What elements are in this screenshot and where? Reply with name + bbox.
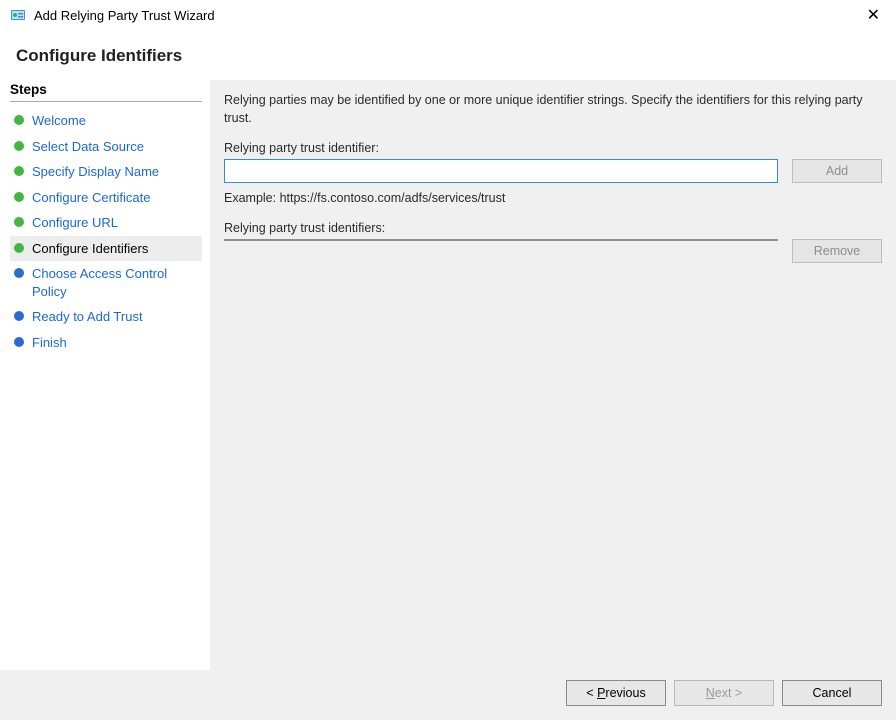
cancel-button[interactable]: Cancel — [782, 680, 882, 706]
content-pane: Relying parties may be identified by one… — [210, 80, 896, 670]
page-heading-area: Configure Identifiers — [0, 30, 896, 80]
step-label: Configure Certificate — [32, 189, 151, 207]
step-item-1[interactable]: Select Data Source — [10, 134, 202, 160]
wizard-footer: < Previous Next > Cancel — [0, 670, 896, 720]
next-button-accel: N — [706, 686, 715, 700]
step-bullet-icon — [14, 115, 24, 125]
step-bullet-icon — [14, 268, 24, 278]
step-bullet-icon — [14, 337, 24, 347]
next-button[interactable]: Next > — [674, 680, 774, 706]
app-icon — [10, 7, 26, 23]
step-label: Choose Access Control Policy — [32, 265, 200, 300]
identifier-input-label: Relying party trust identifier: — [224, 141, 882, 155]
step-bullet-icon — [14, 311, 24, 321]
next-button-rest: ext > — [715, 686, 742, 700]
step-item-5[interactable]: Configure Identifiers — [10, 236, 202, 262]
step-item-4[interactable]: Configure URL — [10, 210, 202, 236]
step-label: Ready to Add Trust — [32, 308, 143, 326]
close-icon[interactable]: ✕ — [861, 5, 886, 25]
identifier-example: Example: https://fs.contoso.com/adfs/ser… — [224, 191, 882, 205]
step-label: Finish — [32, 334, 67, 352]
step-label: Select Data Source — [32, 138, 144, 156]
step-item-6[interactable]: Choose Access Control Policy — [10, 261, 202, 304]
identifier-input[interactable] — [224, 159, 778, 183]
previous-button[interactable]: < Previous — [566, 680, 666, 706]
step-item-8[interactable]: Finish — [10, 330, 202, 356]
add-button[interactable]: Add — [792, 159, 882, 183]
step-bullet-icon — [14, 243, 24, 253]
steps-pane: Steps Welcome Select Data Source Specify D… — [0, 80, 210, 670]
page-heading: Configure Identifiers — [16, 46, 880, 66]
step-label: Specify Display Name — [32, 163, 159, 181]
step-bullet-icon — [14, 192, 24, 202]
step-bullet-icon — [14, 166, 24, 176]
step-item-0[interactable]: Welcome — [10, 108, 202, 134]
window-title: Add Relying Party Trust Wizard — [34, 8, 861, 23]
previous-button-prefix: < — [586, 686, 597, 700]
identifier-listbox[interactable] — [224, 239, 778, 241]
step-item-3[interactable]: Configure Certificate — [10, 185, 202, 211]
step-item-2[interactable]: Specify Display Name — [10, 159, 202, 185]
step-bullet-icon — [14, 217, 24, 227]
remove-button[interactable]: Remove — [792, 239, 882, 263]
titlebar: Add Relying Party Trust Wizard ✕ — [0, 0, 896, 30]
step-item-7[interactable]: Ready to Add Trust — [10, 304, 202, 330]
steps-header: Steps — [10, 80, 202, 102]
previous-button-rest: revious — [605, 686, 645, 700]
intro-text: Relying parties may be identified by one… — [224, 92, 882, 127]
step-label: Configure URL — [32, 214, 118, 232]
step-bullet-icon — [14, 141, 24, 151]
step-label: Configure Identifiers — [32, 240, 148, 258]
step-label: Welcome — [32, 112, 86, 130]
identifier-list-label: Relying party trust identifiers: — [224, 221, 882, 235]
